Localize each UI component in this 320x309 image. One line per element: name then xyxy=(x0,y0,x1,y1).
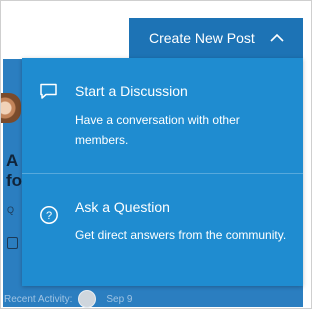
recent-activity: Recent Activity: Sep 9 xyxy=(4,290,133,308)
create-new-post-button[interactable]: Create New Post xyxy=(129,18,303,58)
post-title-fragment: A fo xyxy=(6,151,23,190)
menu-item-description: Have a conversation with other members. xyxy=(75,113,240,147)
menu-divider xyxy=(22,173,303,174)
chat-bubble-icon xyxy=(40,83,57,99)
menu-item-description: Get direct answers from the community. xyxy=(75,228,287,242)
author-avatar xyxy=(1,93,21,123)
chevron-up-icon xyxy=(270,33,284,42)
screenshot-frame: A fo Q Recent Activity: Sep 9 Create New… xyxy=(0,0,312,309)
recent-activity-label: Recent Activity: xyxy=(4,293,73,305)
menu-item-label: Ask a Question xyxy=(75,199,170,215)
svg-text:?: ? xyxy=(46,210,52,222)
menu-item-start-discussion[interactable]: Start a Discussion Have a conversation w… xyxy=(22,70,303,170)
create-post-dropdown: Start a Discussion Have a conversation w… xyxy=(22,58,303,286)
recent-activity-date: Sep 9 xyxy=(106,293,133,305)
create-new-post-label: Create New Post xyxy=(149,30,255,46)
menu-item-ask-question[interactable]: ? Ask a Question Get direct answers from… xyxy=(22,185,303,285)
question-circle-icon: ? xyxy=(40,206,58,224)
menu-item-label: Start a Discussion xyxy=(75,83,188,99)
recent-activity-avatar xyxy=(78,290,97,308)
post-meta-fragment: Q xyxy=(7,205,15,215)
comment-icon xyxy=(7,237,18,249)
